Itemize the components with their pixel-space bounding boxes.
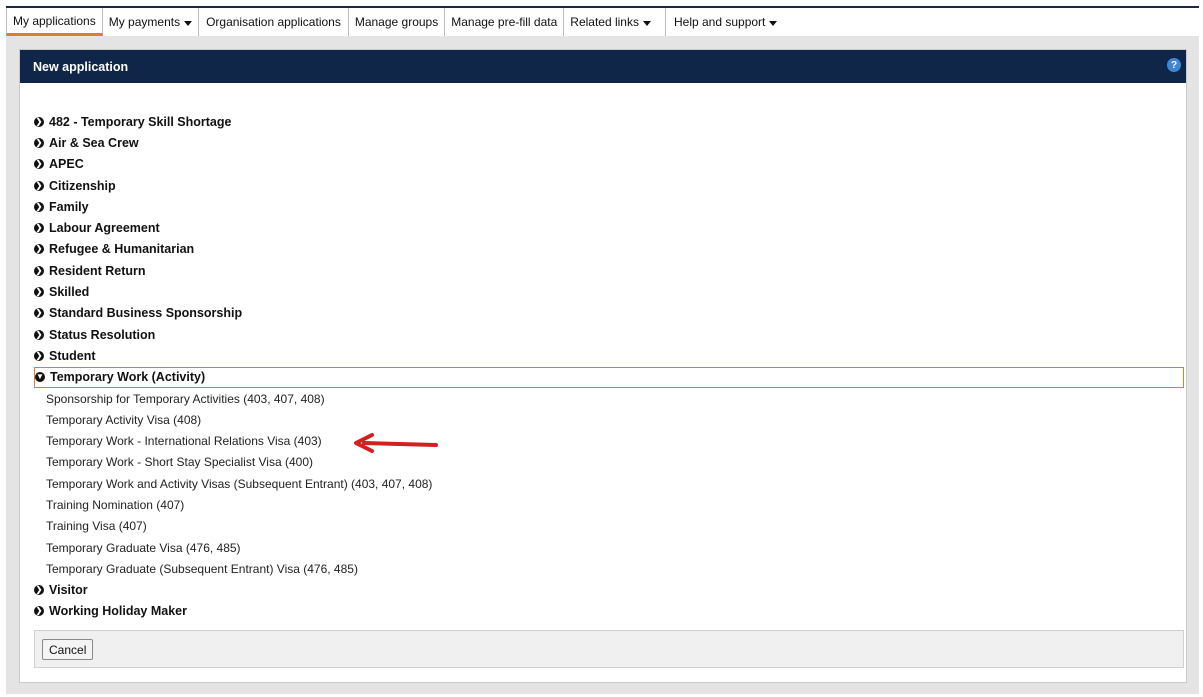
category-label: 482 - Temporary Skill Shortage — [49, 114, 232, 129]
tab-label: Related links — [570, 15, 639, 29]
chevron-right-circle-icon: ❯ — [34, 308, 44, 319]
category-status-resolution[interactable]: ❯ Status Resolution — [34, 324, 1184, 345]
sub-item-link[interactable]: Temporary Work and Activity Visas (Subse… — [34, 473, 1184, 494]
category-citizenship[interactable]: ❯ Citizenship — [34, 175, 1184, 196]
category-label: Temporary Work (Activity) — [50, 370, 206, 385]
category-label: Resident Return — [49, 263, 146, 278]
category-label: Air & Sea Crew — [49, 135, 139, 150]
sub-item-link[interactable]: Temporary Graduate (Subsequent Entrant) … — [34, 558, 1184, 579]
category-label: Family — [49, 199, 89, 214]
sub-item-link[interactable]: Training Visa (407) — [34, 516, 1184, 537]
chevron-right-circle-icon: ❯ — [34, 137, 44, 148]
category-family[interactable]: ❯ Family — [34, 196, 1184, 217]
category-label: Student — [49, 348, 96, 363]
chevron-right-circle-icon: ❯ — [34, 329, 44, 340]
page: My applications My payments Organisation… — [0, 0, 1203, 697]
category-label: Working Holiday Maker — [49, 604, 187, 619]
tab-my-payments[interactable]: My payments — [102, 8, 200, 36]
category-resident-return[interactable]: ❯ Resident Return — [34, 260, 1184, 281]
tab-manage-groups[interactable]: Manage groups — [348, 8, 446, 36]
category-label: Standard Business Sponsorship — [49, 306, 243, 321]
chevron-right-circle-icon: ❯ — [34, 159, 44, 170]
chevron-right-circle-icon: ❯ — [34, 287, 44, 298]
cancel-button[interactable]: Cancel — [42, 639, 94, 660]
tab-label: Help and support — [673, 15, 766, 29]
tab-label: Manage pre-fill data — [451, 15, 558, 29]
tab-label: Manage groups — [354, 15, 439, 29]
category-apec[interactable]: ❯ APEC — [34, 154, 1184, 175]
red-arrow-annotation — [354, 433, 438, 453]
sub-item-link[interactable]: Temporary Graduate Visa (476, 485) — [34, 537, 1184, 558]
category-skilled[interactable]: ❯ Skilled — [34, 281, 1184, 302]
sub-item-link[interactable]: Training Nomination (407) — [34, 494, 1184, 515]
chevron-right-circle-icon: ❯ — [34, 201, 44, 212]
tab-label: Organisation applications — [206, 15, 341, 29]
application-category-list: ❯ 482 - Temporary Skill Shortage ❯ Air & Se… — [34, 111, 1184, 622]
category-label: Citizenship — [49, 178, 116, 193]
chevron-right-circle-icon: ❯ — [34, 223, 44, 234]
category-refugee-humanitarian[interactable]: ❯ Refugee & Humanitarian — [34, 239, 1184, 260]
caret-down-icon — [184, 20, 193, 26]
help-icon[interactable]: ? — [1167, 58, 1181, 72]
category-standard-business-sponsorship[interactable]: ❯ Standard Business Sponsorship — [34, 303, 1184, 324]
sub-item-link[interactable]: Temporary Work - Short Stay Specialist V… — [34, 452, 1184, 473]
panel-title: New application — [33, 59, 129, 74]
category-temporary-work-activity[interactable]: ▼ Temporary Work (Activity) — [34, 366, 1184, 388]
tab-related-links[interactable]: Related links — [564, 8, 666, 36]
chevron-down-circle-icon: ▼ — [35, 372, 45, 383]
tab-organisation-applications[interactable]: Organisation applications — [199, 8, 349, 36]
category-label: Labour Agreement — [49, 221, 160, 236]
panel-header: New application ? — [20, 50, 1186, 83]
tab-my-applications[interactable]: My applications — [6, 8, 103, 36]
category-label: Skilled — [49, 285, 90, 300]
category-label: Refugee & Humanitarian — [49, 242, 195, 257]
category-482-temporary-skill-shortage[interactable]: ❯ 482 - Temporary Skill Shortage — [34, 111, 1184, 132]
sub-item-link[interactable]: Temporary Work - International Relations… — [34, 430, 1184, 451]
chevron-right-circle-icon: ❯ — [34, 350, 44, 361]
tab-label: My payments — [108, 15, 181, 29]
category-student[interactable]: ❯ Student — [34, 345, 1184, 366]
category-air-sea-crew[interactable]: ❯ Air & Sea Crew — [34, 132, 1184, 153]
sub-item-link[interactable]: Sponsorship for Temporary Activities (40… — [34, 388, 1184, 409]
chevron-right-circle-icon: ❯ — [34, 265, 44, 276]
chevron-right-circle-icon: ❯ — [34, 116, 44, 127]
category-label: Status Resolution — [49, 327, 156, 342]
category-label: APEC — [49, 157, 84, 172]
footer-bar: Cancel — [34, 630, 1184, 668]
sub-item-link[interactable]: Temporary Activity Visa (408) — [34, 409, 1184, 430]
caret-down-icon — [642, 20, 651, 26]
tab-help-and-support[interactable]: Help and support — [665, 8, 786, 36]
chevron-right-circle-icon: ❯ — [34, 244, 44, 255]
chevron-right-circle-icon: ❯ — [34, 606, 44, 617]
caret-down-icon — [769, 20, 778, 26]
tab-label: My applications — [13, 13, 96, 28]
category-label: Visitor — [49, 583, 88, 598]
category-labour-agreement[interactable]: ❯ Labour Agreement — [34, 217, 1184, 238]
chevron-right-circle-icon: ❯ — [34, 585, 44, 596]
main-nav: My applications My payments Organisation… — [6, 8, 786, 36]
category-visitor[interactable]: ❯ Visitor — [34, 580, 1184, 601]
category-working-holiday-maker[interactable]: ❯ Working Holiday Maker — [34, 601, 1184, 622]
tab-manage-prefill-data[interactable]: Manage pre-fill data — [445, 8, 565, 36]
chevron-right-circle-icon: ❯ — [34, 180, 44, 191]
new-application-panel: New application ? ❯ 482 - Temporary Skill… — [19, 49, 1187, 683]
